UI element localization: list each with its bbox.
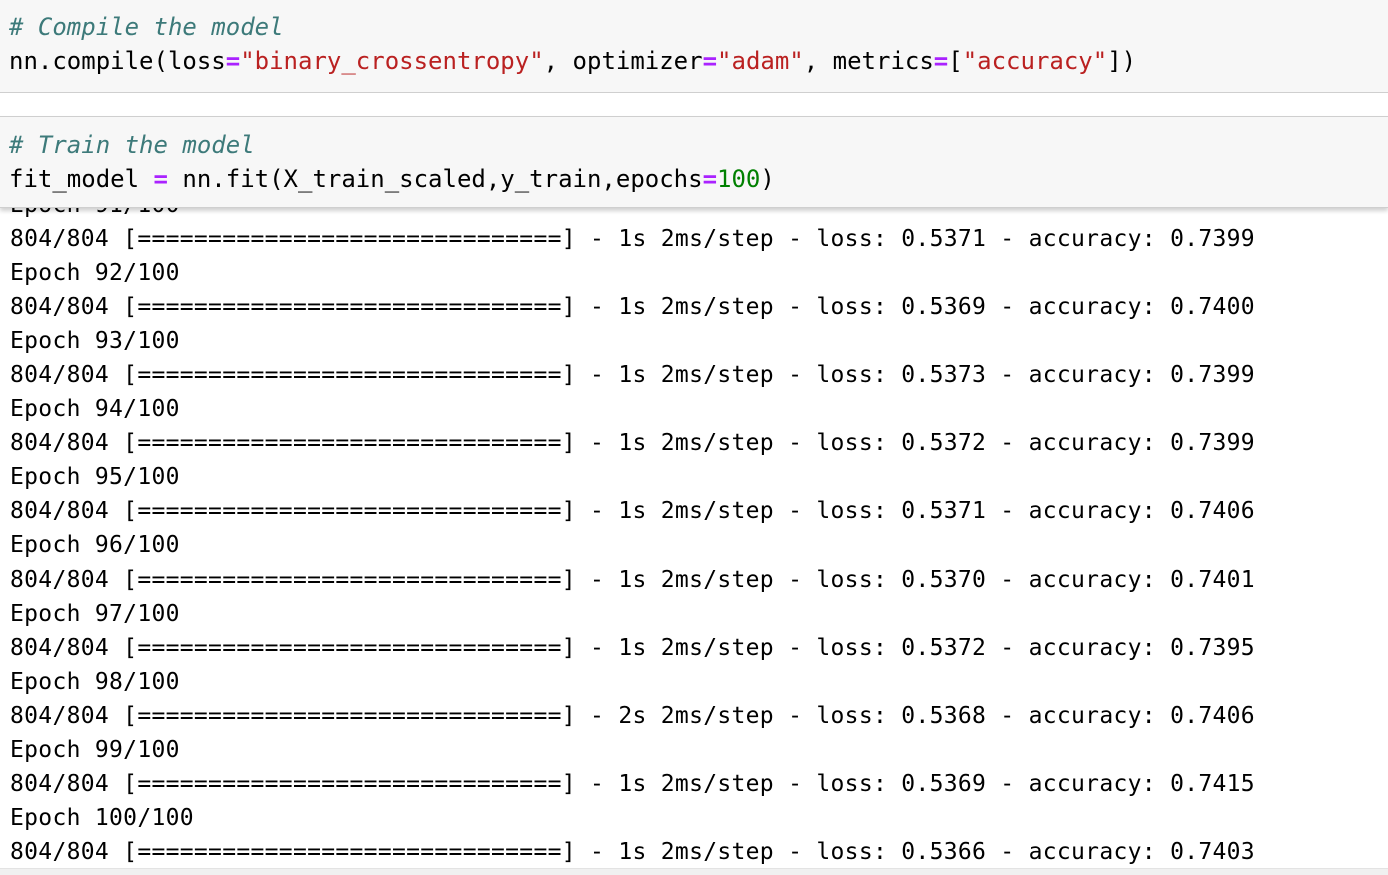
epoch-progress-line: 804/804 [==============================]… [10,226,1255,253]
code-cell-train[interactable]: # Train the model fit_model = nn.fit(X_t… [0,116,1388,208]
code-token: ]) [1107,47,1137,75]
epoch-progress-line: 804/804 [==============================]… [10,634,1255,661]
epoch-progress-line: 804/804 [==============================]… [10,294,1255,321]
output-text: Epoch 91/100804/804 [===================… [10,188,1255,868]
string-token: "binary_crossentropy" [240,47,544,75]
number-token: 100 [717,165,761,193]
epoch-header-line: Epoch 95/100 [10,464,180,491]
operator-token: = [702,47,718,75]
code-token: [ [948,47,963,75]
string-token: "accuracy" [962,47,1108,75]
code-line-compile[interactable]: nn.compile(loss="binary_crossentropy", o… [9,44,1136,78]
code-token: , optimizer [543,47,703,75]
code-token: , metrics [803,47,934,75]
epoch-progress-line: 804/804 [==============================]… [10,362,1255,389]
operator-token: = [225,47,241,75]
epoch-header-line: Epoch 99/100 [10,736,180,763]
epoch-header-line: Epoch 94/100 [10,396,180,423]
epoch-progress-line: 804/804 [==============================]… [10,838,1255,865]
epoch-progress-line: 804/804 [==============================]… [10,498,1255,525]
epoch-header-line: Epoch 97/100 [10,600,180,627]
string-token: "adam" [717,47,804,75]
code-line-fit[interactable]: fit_model = nn.fit(X_train_scaled,y_trai… [9,162,775,196]
epoch-header-line: Epoch 100/100 [10,804,194,831]
epoch-progress-line: 804/804 [==============================]… [10,770,1255,797]
epoch-progress-line: 804/804 [==============================]… [10,430,1255,457]
epoch-progress-line: 804/804 [==============================]… [10,566,1255,593]
code-token: ) [760,165,775,193]
operator-token: = [933,47,949,75]
epoch-header-line: Epoch 92/100 [10,260,180,287]
code-token: fit_model [9,165,154,193]
code-comment: # Compile the model [9,13,284,41]
epoch-header-line: Epoch 93/100 [10,328,180,355]
code-token: nn.compile(loss [9,47,226,75]
code-token: nn.fit(X_train_scaled,y_train,epochs [167,165,703,193]
operator-token: = [153,165,168,193]
epoch-header-line: Epoch 96/100 [10,532,180,559]
code-comment: # Train the model [9,131,255,159]
code-cell-compile[interactable]: # Compile the model nn.compile(loss="bin… [0,0,1388,93]
epoch-header-line: Epoch 98/100 [10,668,180,695]
cell-output: Epoch 91/100804/804 [===================… [0,188,1388,868]
epoch-progress-line: 804/804 [==============================]… [10,702,1255,729]
operator-token: = [702,165,718,193]
horizontal-scrollbar[interactable] [0,868,1388,875]
